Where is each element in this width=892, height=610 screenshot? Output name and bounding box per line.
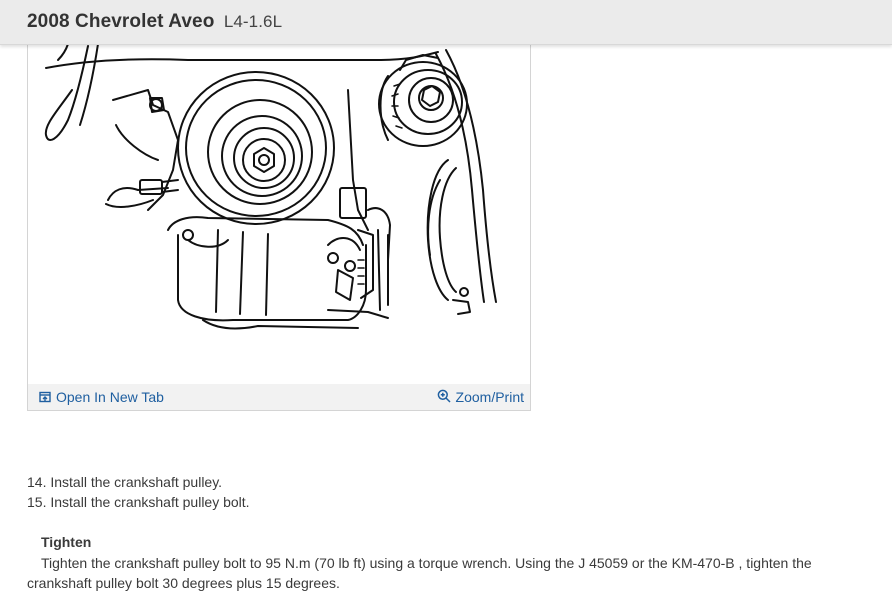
step-14: 14. Install the crankshaft pulley.: [27, 474, 223, 490]
open-in-new-tab-label: Open In New Tab: [56, 389, 164, 405]
tighten-label: Tighten: [41, 534, 92, 550]
zoom-in-icon: [437, 389, 451, 403]
tighten-description: Tighten the crankshaft pulley bolt to 95…: [27, 555, 812, 591]
vehicle-title: 2008 Chevrolet Aveo: [27, 11, 215, 32]
zoom-print-label: Zoom/Print: [455, 389, 524, 405]
instruction-steps: 14. Install the crankshaft pulley. 15. I…: [27, 472, 250, 512]
tighten-section: Tighten Tighten the crankshaft pulley bo…: [27, 532, 857, 593]
crankshaft-pulley-diagram: [44, 43, 497, 330]
zoom-print-link[interactable]: Zoom/Print: [437, 389, 524, 405]
step-15: 15. Install the crankshaft pulley bolt.: [27, 494, 250, 510]
figure-panel: Open In New Tab Zoom/Print: [27, 30, 531, 411]
figure-toolbar: Open In New Tab Zoom/Print: [28, 384, 530, 410]
engine-subtitle: L4-1.6L: [223, 12, 283, 31]
page-header: 2008 Chevrolet Aveo L4-1.6L: [0, 0, 892, 45]
page-title: 2008 Chevrolet Aveo L4-1.6L: [27, 11, 282, 33]
open-in-new-tab-icon: [39, 391, 51, 403]
open-in-new-tab-link[interactable]: Open In New Tab: [39, 389, 164, 405]
